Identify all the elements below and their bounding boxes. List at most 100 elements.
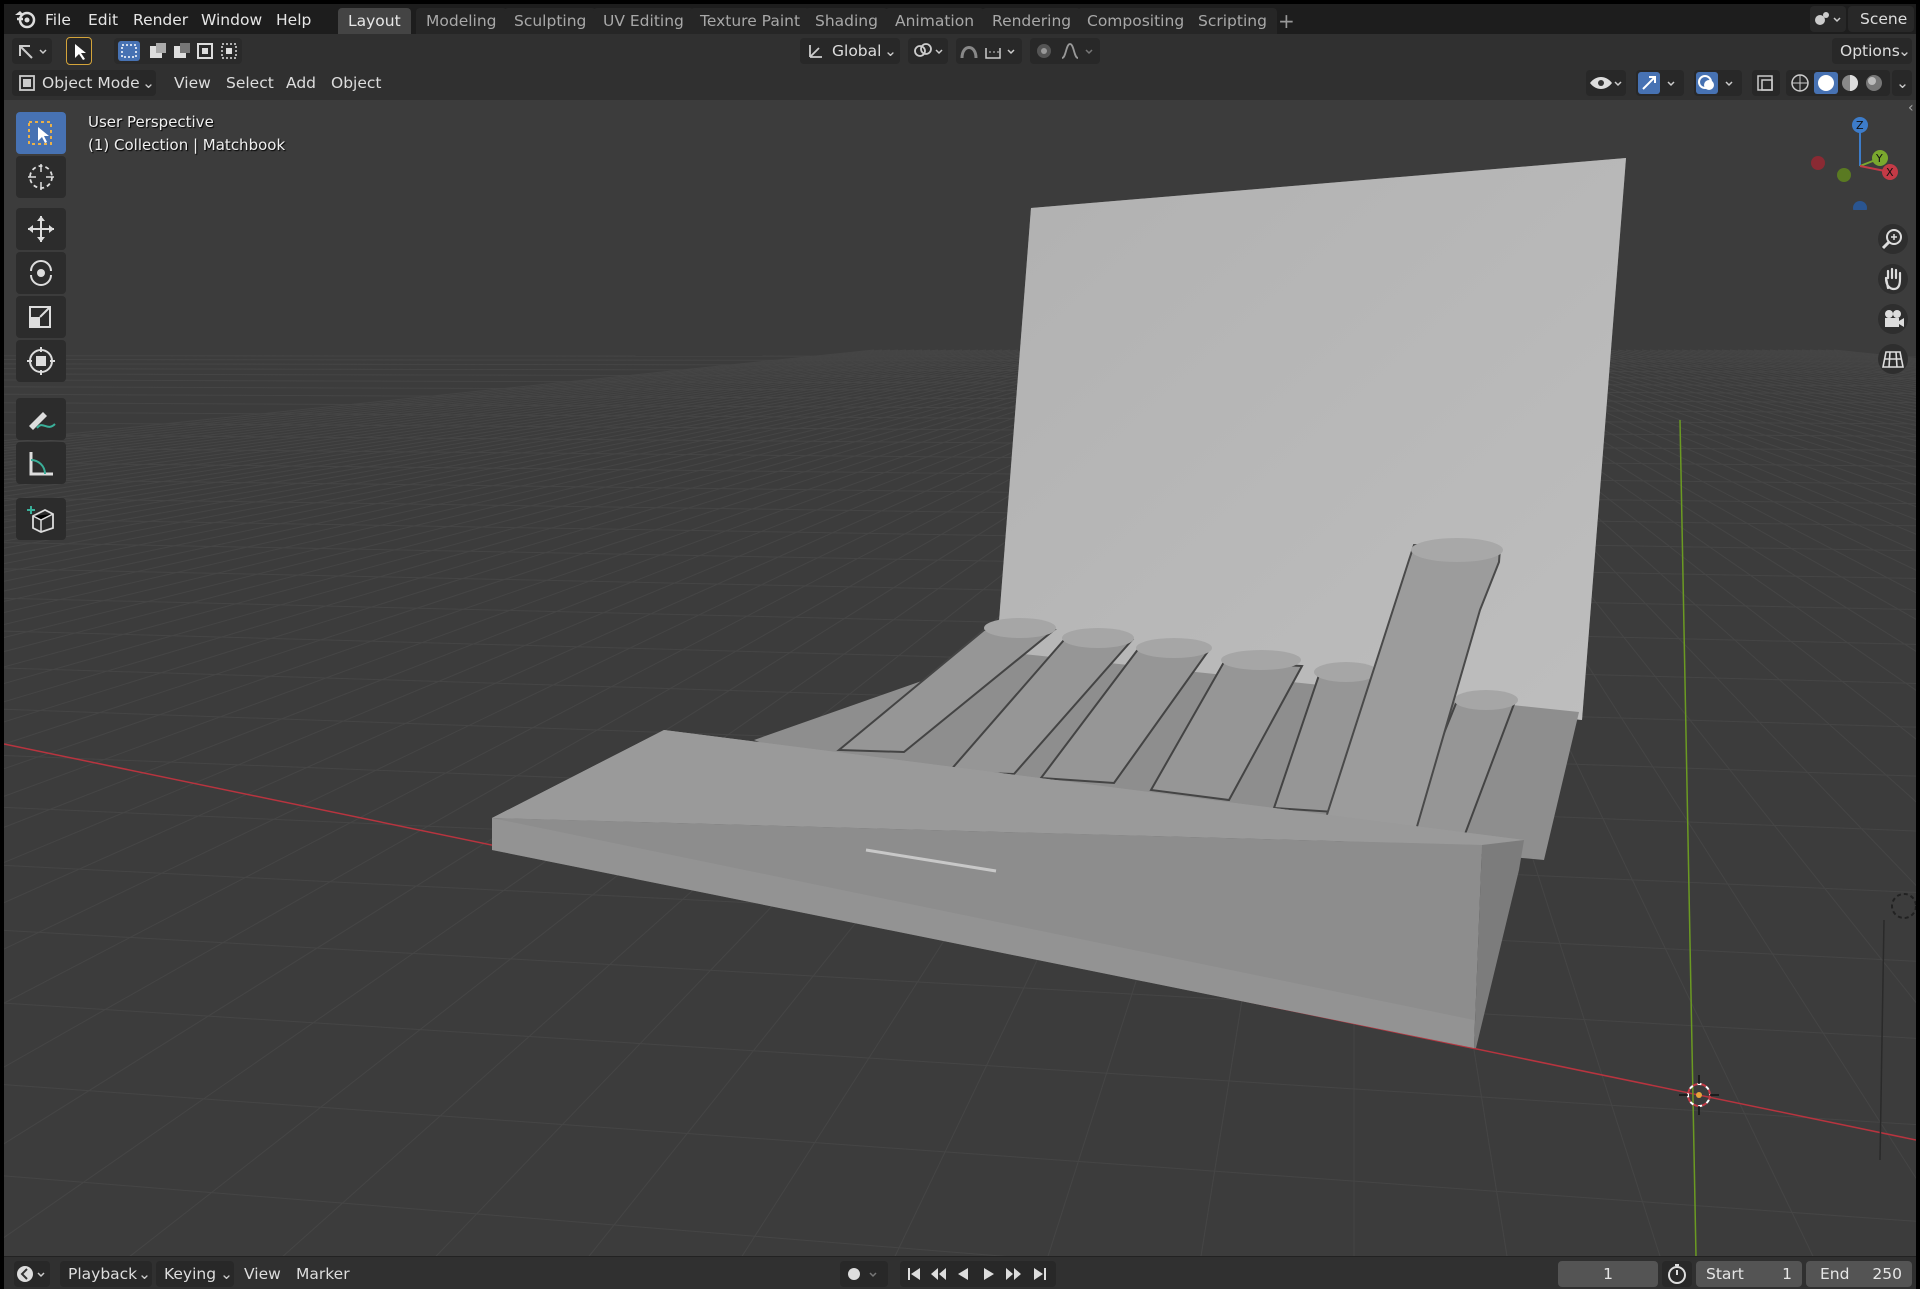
gizmo-y-label: Y [1875,152,1883,165]
menu-window[interactable]: Window [201,11,262,29]
xray-toggle[interactable] [1752,70,1780,96]
tool-scale[interactable] [16,296,66,338]
stopwatch-icon [1668,1264,1686,1284]
camera-view-button[interactable] [1878,304,1908,334]
light-object-icon[interactable] [1891,893,1916,919]
keying-menu[interactable]: Keying ⌄ [156,1261,234,1287]
end-label: End [1820,1265,1850,1283]
menu-help[interactable]: Help [276,11,311,29]
select-tool-button[interactable] [66,37,92,65]
tool-measure[interactable] [16,442,66,484]
playback-controls[interactable] [900,1261,1056,1287]
start-value: 1 [1782,1265,1792,1283]
jump-start-icon [908,1268,920,1280]
playback-menu[interactable]: Playback ⌄ [60,1261,152,1287]
select-menu[interactable]: Select [220,70,280,96]
proportional-editing-group[interactable] [1030,38,1100,64]
select-menu-label: Select [226,74,274,92]
jump-end-icon [1034,1268,1046,1280]
timeline-header: Playback ⌄ Keying ⌄ View Marker 1 Start … [4,1256,1916,1289]
mode-dropdown[interactable]: Object Mode ⌄ [12,70,156,96]
options-dropdown[interactable]: Options ⌄ [1832,38,1912,64]
navigation-gizmo[interactable]: Z Y X [1804,100,1914,215]
zoom-icon [1881,229,1902,250]
zoom-button[interactable] [1878,224,1908,254]
scene-name-field[interactable]: Scene [1848,6,1914,32]
keying-label: Keying [164,1265,217,1283]
perspective-label: User Perspective [88,113,214,131]
sidebar-toggle-icon[interactable]: ‹ [1908,100,1914,116]
scene-selector-button[interactable] [1810,6,1846,32]
overlays-toggle[interactable] [1694,70,1742,96]
chevron-down-icon: ⌄ [142,74,155,92]
preview-range-toggle[interactable] [1662,1261,1692,1287]
object-menu[interactable]: Object [325,70,387,96]
object-menu-label: Object [331,74,382,92]
tab-layout[interactable]: Layout [338,8,411,34]
pivot-point-dropdown[interactable] [908,38,948,64]
tab-rendering[interactable]: Rendering [982,8,1082,34]
tab-scripting[interactable]: Scripting [1188,8,1277,34]
tab-texture-paint[interactable]: Texture Paint [690,8,811,34]
add-menu-label: Add [286,74,317,92]
tool-select-box[interactable] [16,112,66,154]
menu-file[interactable]: File [45,11,71,29]
menu-render[interactable]: Render [133,11,188,29]
marker-menu[interactable]: Marker [296,1265,350,1283]
view-menu-label: View [174,74,211,92]
editor-type-button[interactable] [12,38,52,64]
mode-label: Object Mode [42,74,140,92]
tool-rotate[interactable] [16,252,66,294]
start-frame-field[interactable]: Start 1 [1696,1261,1802,1287]
tab-sculpting[interactable]: Sculpting [504,8,597,34]
gizmo-toggle[interactable] [1636,70,1684,96]
tool-cursor[interactable] [16,156,66,198]
y-axis-line [1679,419,1697,1256]
tool-settings-header: Global ⌄ Options ⌄ [4,34,1916,66]
visibility-dropdown[interactable] [1586,70,1626,96]
chevron-down-icon: ⌄ [138,1265,151,1283]
chevron-down-icon: ⌄ [1896,74,1909,92]
current-frame-value: 1 [1603,1265,1613,1283]
ortho-toggle-button[interactable] [1878,344,1908,374]
end-frame-field[interactable]: End 250 [1806,1261,1912,1287]
scene-name-label: Scene [1860,10,1908,28]
viewport-header: Object Mode ⌄ View Select Add Object ⌄ [4,66,1916,100]
playback-label: Playback [68,1265,138,1283]
transform-orientation-dropdown[interactable]: Global ⌄ [800,38,900,64]
viewport-scene[interactable] [4,100,1916,1256]
tool-move[interactable] [16,208,66,250]
tab-animation[interactable]: Animation [885,8,985,34]
shading-mode-group[interactable] [1786,70,1890,96]
3d-viewport[interactable]: User Perspective (1) Collection | Matchb… [4,100,1916,1256]
view-menu[interactable]: View [168,70,217,96]
add-menu[interactable]: Add [280,70,322,96]
pan-button[interactable] [1878,264,1908,294]
collection-label: (1) Collection | Matchbook [88,136,286,154]
timeline-view-menu[interactable]: View [244,1265,281,1283]
chevron-down-icon: ⌄ [884,42,897,60]
top-bar: File Edit Render Window Help Layout Mode… [4,4,1916,34]
matchbook-striker-side [1474,840,1524,1048]
add-workspace-icon[interactable]: + [1278,9,1295,33]
camera-icon [1885,310,1904,327]
current-frame-field[interactable]: 1 [1558,1261,1658,1287]
tab-compositing[interactable]: Compositing [1077,8,1195,34]
menu-edit[interactable]: Edit [88,11,118,29]
tool-annotate[interactable] [16,398,66,440]
timeline-editor-type-button[interactable] [14,1261,50,1287]
tab-shading[interactable]: Shading [805,8,888,34]
transform-orientation-label: Global [832,42,882,60]
auto-keying-toggle[interactable] [840,1261,888,1287]
tab-modeling[interactable]: Modeling [416,8,507,34]
tool-transform[interactable] [16,340,66,382]
shading-options-dropdown[interactable]: ⌄ [1892,70,1912,96]
gizmo-x-label: X [1886,166,1894,179]
next-keyframe-icon [1006,1268,1021,1280]
blender-logo-icon[interactable] [14,9,36,33]
snap-toggle-group[interactable] [956,38,1022,64]
3d-cursor[interactable] [1679,1075,1719,1115]
selection-mode-group[interactable] [114,38,242,64]
tool-add-cube[interactable] [16,498,66,540]
tab-uv-editing[interactable]: UV Editing [593,8,694,34]
